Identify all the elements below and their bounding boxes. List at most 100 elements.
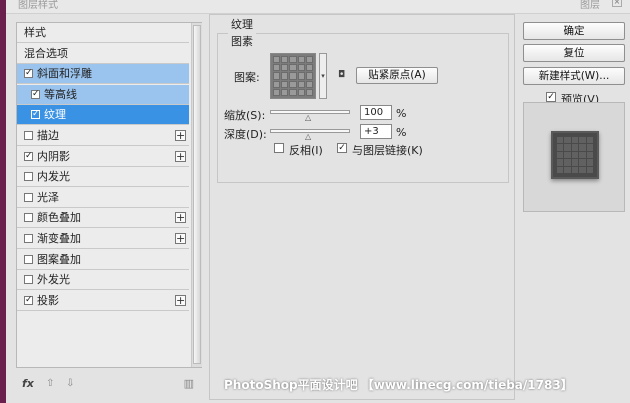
snap-to-origin-button[interactable]: 贴紧原点(A)	[356, 67, 438, 84]
preview-cell	[564, 159, 571, 166]
depth-slider[interactable]: △	[270, 129, 350, 141]
style-checkbox[interactable]	[24, 254, 33, 264]
scale-label: 缩放(S):	[224, 109, 266, 122]
preview-cell	[579, 137, 586, 144]
pattern-cell	[273, 64, 281, 72]
style-checkbox[interactable]	[24, 213, 33, 223]
new-preset-icon[interactable]: ◘	[338, 70, 345, 80]
move-down-icon[interactable]: ⇩	[66, 378, 74, 389]
style-list-item[interactable]: 样式	[17, 23, 189, 43]
preview-cell	[586, 144, 593, 151]
style-list-item-label: 描边	[37, 129, 59, 142]
style-list-footer: fx ⇧ ⇩ ▥	[16, 377, 202, 395]
scale-slider-thumb[interactable]: △	[305, 114, 313, 122]
pattern-swatch[interactable]	[270, 53, 316, 99]
preview-cell	[571, 166, 579, 173]
texture-panel: 纹理 图素 图案: ▾ ◘ 贴紧原点(A) 缩放(S): △ 100 % 深度(…	[209, 14, 515, 400]
style-list-item[interactable]: 颜色叠加 +	[17, 208, 189, 229]
pattern-cell	[289, 88, 297, 96]
style-list-item[interactable]: 渐变叠加 +	[17, 229, 189, 249]
pattern-cell	[281, 80, 289, 88]
style-list-item-label: 投影	[37, 293, 59, 307]
pattern-cell	[281, 88, 289, 96]
ok-button[interactable]: 确定	[523, 22, 625, 40]
scale-input[interactable]: 100	[360, 105, 392, 120]
style-list-item[interactable]: 外发光	[17, 270, 189, 291]
scrollbar-thumb[interactable]	[193, 25, 201, 364]
style-list-item[interactable]: 内发光	[17, 167, 189, 188]
add-instance-icon[interactable]: +	[175, 212, 186, 224]
add-instance-icon[interactable]: +	[175, 294, 186, 306]
style-list-item[interactable]: ✓ 投影 +	[17, 291, 189, 311]
style-list-scrollbar[interactable]	[191, 23, 202, 367]
move-up-icon[interactable]: ⇧	[46, 378, 54, 389]
style-list-item-label: 图案叠加	[37, 252, 81, 266]
depth-unit: %	[396, 126, 407, 139]
pattern-cell	[281, 72, 289, 80]
style-list-item[interactable]: ✓ 内阴影 +	[17, 147, 189, 167]
dialog-title-right: 图层	[580, 0, 600, 11]
style-checkbox[interactable]	[24, 131, 33, 140]
style-list-item[interactable]: ✓ 斜面和浮雕	[17, 64, 189, 85]
style-list-item-label: 颜色叠加	[37, 211, 81, 225]
style-checkbox[interactable]	[24, 172, 33, 182]
style-list-item-label: 内发光	[37, 170, 70, 184]
style-list-item[interactable]: 描边 +	[17, 126, 189, 146]
style-list-item[interactable]: 混合选项	[17, 44, 189, 64]
pattern-cell	[305, 64, 313, 72]
style-list-item-label: 内阴影	[37, 149, 70, 163]
depth-input[interactable]: +3	[360, 124, 392, 139]
invert-checkbox[interactable]	[274, 143, 284, 153]
pattern-cell	[273, 56, 281, 64]
layer-style-dialog: 样式 混合选项 ✓ 斜面和浮雕 ✓ 等高线 ✓ 纹理 描边 + ✓ 内阴影 + 内发光 光泽 颜色叠加 + 渐变叠…	[6, 14, 630, 403]
style-checkbox[interactable]: ✓	[31, 110, 40, 120]
style-list-item[interactable]: ✓ 纹理	[17, 105, 189, 126]
style-list-item[interactable]: 光泽	[17, 188, 189, 208]
preview-thumbnail	[551, 131, 599, 179]
trash-icon[interactable]: ▥	[184, 377, 194, 390]
preview-cell	[586, 151, 593, 159]
style-checkbox[interactable]	[24, 234, 33, 243]
style-list-item-label: 渐变叠加	[37, 232, 81, 245]
style-checkbox[interactable]: ✓	[31, 89, 40, 99]
scale-slider[interactable]: △	[270, 110, 350, 122]
style-list-item[interactable]: ✓ 等高线	[17, 84, 189, 105]
pattern-cell	[289, 80, 297, 88]
pattern-cell	[305, 80, 313, 88]
pattern-dropdown-arrow[interactable]: ▾	[319, 53, 327, 99]
link-with-layer-checkbox[interactable]: ✓	[337, 143, 347, 153]
reset-button[interactable]: 复位	[523, 44, 625, 62]
close-icon[interactable]: ×	[612, 0, 622, 7]
pattern-cell	[281, 64, 289, 72]
pattern-cell	[297, 56, 305, 64]
fx-icon[interactable]: fx	[22, 377, 34, 390]
preview-cell	[557, 144, 564, 151]
depth-slider-thumb[interactable]: △	[305, 133, 313, 141]
pattern-cell	[305, 72, 313, 80]
pattern-cell	[305, 88, 313, 96]
scale-unit: %	[396, 107, 407, 120]
preview-cell	[564, 137, 571, 144]
style-checkbox[interactable]: ✓	[24, 151, 33, 161]
add-instance-icon[interactable]: +	[175, 150, 186, 162]
style-checkbox[interactable]	[24, 192, 33, 202]
preview-cell	[586, 166, 593, 173]
style-checkbox[interactable]	[24, 275, 33, 285]
preview-cell	[571, 144, 579, 151]
style-list-item-label: 纹理	[44, 108, 66, 122]
preview-checkbox[interactable]: ✓	[546, 92, 556, 102]
pattern-cell	[297, 64, 305, 72]
style-list-item-label: 混合选项	[24, 46, 68, 60]
preview-cell	[586, 137, 593, 144]
pattern-cell	[281, 56, 289, 64]
add-instance-icon[interactable]: +	[175, 233, 186, 244]
pattern-label: 图案:	[234, 71, 260, 84]
add-instance-icon[interactable]: +	[175, 130, 186, 141]
new-style-button[interactable]: 新建样式(W)...	[523, 67, 625, 85]
preview-cell	[557, 151, 564, 159]
style-checkbox[interactable]: ✓	[24, 69, 33, 79]
style-checkbox[interactable]: ✓	[24, 295, 33, 305]
pattern-cell	[273, 88, 281, 96]
style-list-item-label: 样式	[24, 26, 46, 39]
style-list-item[interactable]: 图案叠加	[17, 250, 189, 270]
